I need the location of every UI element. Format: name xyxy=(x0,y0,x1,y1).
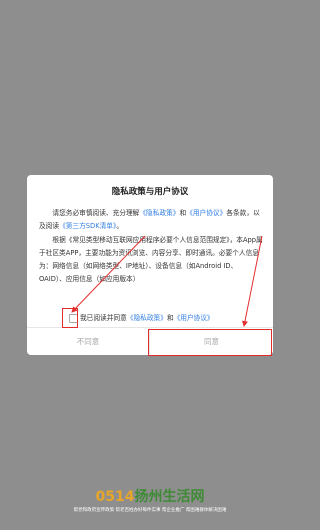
user-agreement-link[interactable]: 《用户协议》 xyxy=(186,209,226,217)
privacy-agreement-dialog: 隐私政策与用户协议 请您务必审慎阅读、充分理解《隐私政策》和《用户协议》各条款，… xyxy=(27,175,273,355)
brand-logo: 0514扬州生活网 xyxy=(0,488,300,506)
brand-number: 0514 xyxy=(95,489,135,505)
body-paragraph-2: 根据《常见类型移动互联网应用程序必要个人信息范围规定》，本App属于社区类APP… xyxy=(39,235,263,284)
dialog-body[interactable]: 请您务必审慎阅读、充分理解《隐私政策》和《用户协议》各条款，以及阅读《第三方SD… xyxy=(39,207,263,301)
consent-text: 和 xyxy=(166,314,174,322)
agree-highlight xyxy=(148,329,272,356)
consent-label: 我已阅读并同意《隐私政策》和《用户协议》 xyxy=(80,307,214,329)
body-paragraph-1: 请您务必审慎阅读、充分理解《隐私政策》和《用户协议》各条款，以及阅读《第三方SD… xyxy=(39,207,263,234)
watermark-brand: 0514扬州生活网 帮党和政府宣传政策 帮老百姓办好每件实事 帮企业推广 帮困难… xyxy=(0,488,300,528)
checkbox-highlight xyxy=(62,308,78,328)
body-text: 。 xyxy=(116,222,123,231)
body-text: 请您务必审慎阅读、充分理解 xyxy=(52,209,140,217)
brand-tagline: 帮党和政府宣传政策 帮老百姓办好每件实事 帮企业推广 帮困难群体解决困难 xyxy=(73,508,227,513)
disagree-button[interactable]: 不同意 xyxy=(27,328,150,355)
consent-text: 我已阅读并同意 xyxy=(80,314,127,322)
privacy-policy-link[interactable]: 《隐私政策》 xyxy=(139,209,179,217)
third-party-sdk-link[interactable]: 《第三方SDK清单》 xyxy=(59,222,116,230)
consent-user-link[interactable]: 《用户协议》 xyxy=(174,314,214,322)
consent-privacy-link[interactable]: 《隐私政策》 xyxy=(127,314,167,322)
brand-name: 扬州生活网 xyxy=(134,489,205,505)
dialog-title: 隐私政策与用户协议 xyxy=(111,187,189,197)
